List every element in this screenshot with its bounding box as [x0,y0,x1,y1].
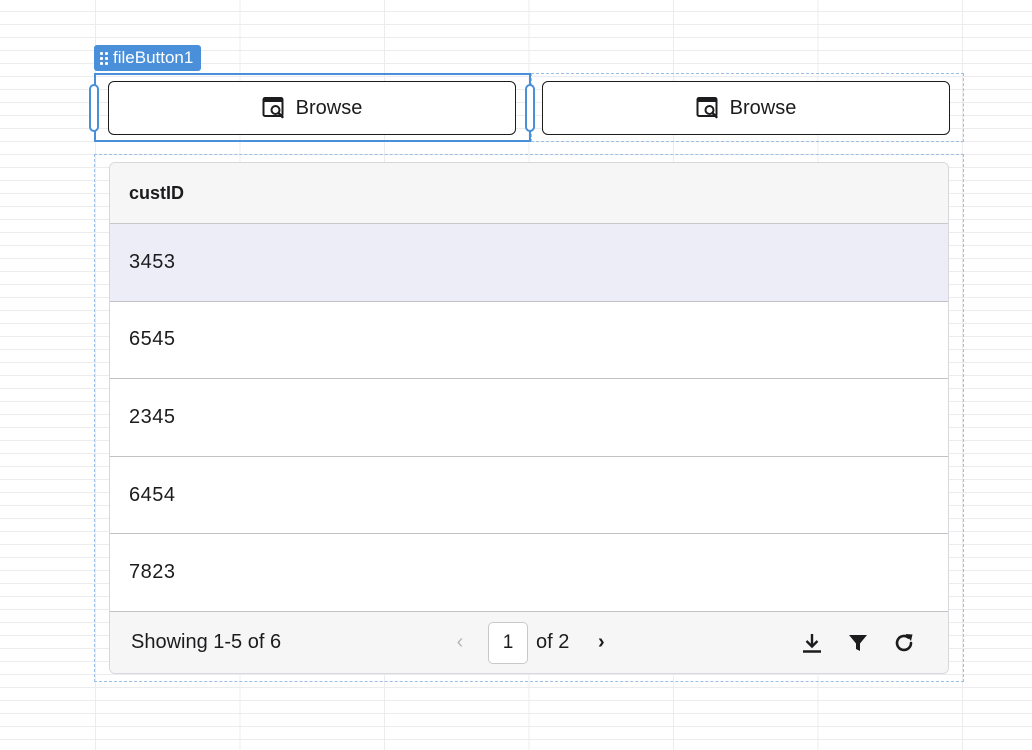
column-header-custid[interactable]: custID [110,163,948,224]
table-toolbar [800,631,916,655]
refresh-icon[interactable] [892,631,916,655]
page-total-text: of 2 [536,631,570,653]
chevron-right-icon[interactable]: › [591,631,611,654]
pagination: ‹ of 2 › [450,621,611,664]
browse-button-2[interactable]: Browse [542,81,950,135]
page-number-input[interactable] [488,621,528,664]
cell-custid: 2345 [129,405,176,428]
table-footer: Showing 1-5 of 6 ‹ of 2 › [110,612,948,673]
table-row[interactable]: 6545 [110,302,948,380]
browse-icon [696,97,718,119]
cell-custid: 3453 [129,250,176,273]
chevron-left-icon[interactable]: ‹ [450,631,470,654]
data-table: custID 3453 6545 2345 6454 7823 Showing … [109,162,949,674]
resize-handle-left[interactable] [89,84,99,132]
row-count-text: Showing 1-5 of 6 [131,631,282,653]
cell-custid: 6545 [129,328,176,351]
table-row[interactable]: 2345 [110,379,948,457]
cell-custid: 6454 [129,483,176,506]
widget-name-label: fileButton1 [113,48,194,67]
drag-handle-icon[interactable] [100,51,108,65]
browse-button-1-label: Browse [295,96,363,119]
browse-icon [262,97,284,119]
cell-custid: 7823 [129,561,176,584]
table-row[interactable]: 3453 [110,224,948,302]
filter-icon[interactable] [846,631,870,655]
table-row[interactable]: 7823 [110,534,948,612]
download-icon[interactable] [800,631,824,655]
browse-button-1[interactable]: Browse [108,81,516,135]
table-row[interactable]: 6454 [110,457,948,535]
resize-handle-right[interactable] [525,84,535,132]
column-header-label: custID [129,182,185,203]
widget-name-tag[interactable]: fileButton1 [94,45,202,71]
browse-button-2-label: Browse [729,96,797,119]
